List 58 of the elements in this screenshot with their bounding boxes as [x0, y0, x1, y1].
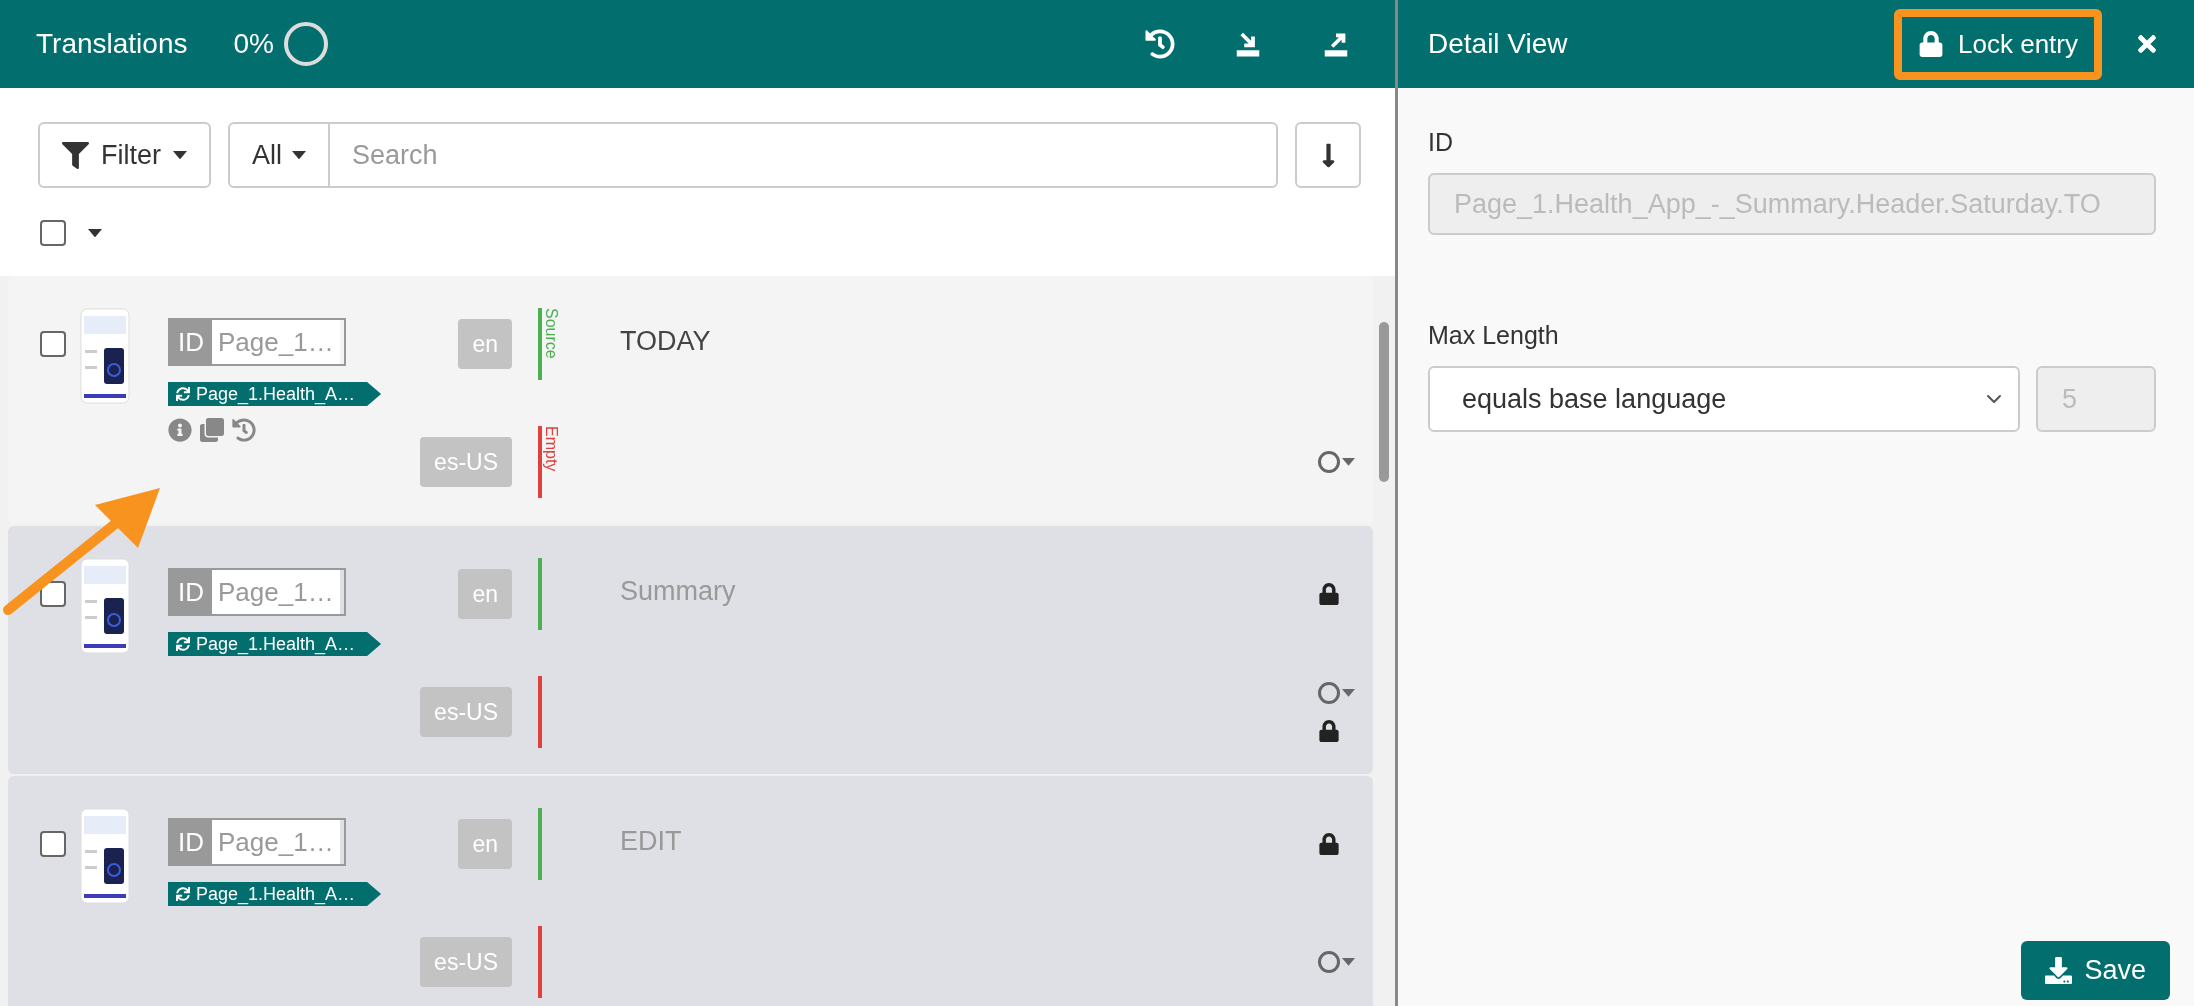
sync-icon: [176, 887, 190, 901]
max-length-label: Max Length: [1428, 321, 1560, 350]
caret-icon: [1342, 458, 1355, 466]
id-value: Page_1…: [212, 320, 340, 364]
language-badge: en: [458, 819, 512, 869]
language-badge: es-US: [420, 437, 512, 487]
entry-checkbox[interactable]: [40, 331, 66, 357]
sync-icon: [176, 637, 190, 651]
status-label: Empty: [544, 426, 560, 472]
select-all-checkbox[interactable]: [40, 220, 66, 246]
search-input[interactable]: Search: [330, 124, 1276, 186]
key-tag[interactable]: Page_1.Health_A…: [168, 882, 382, 906]
status-menu-button[interactable]: [1318, 682, 1355, 704]
save-button[interactable]: Save: [2021, 941, 2170, 1000]
status-menu-button[interactable]: [1318, 951, 1355, 973]
id-value: Page_1…: [212, 820, 340, 864]
id-label: ID: [170, 570, 212, 614]
panel-title: Translations: [36, 28, 188, 60]
entry-checkbox[interactable]: [40, 581, 66, 607]
history-icon[interactable]: [1145, 29, 1175, 59]
download-icon: [2045, 957, 2073, 984]
key-tag[interactable]: Page_1.Health_A…: [168, 382, 382, 406]
status-menu-button[interactable]: [1318, 451, 1355, 473]
filter-button[interactable]: Filter: [38, 122, 211, 188]
id-label: ID: [170, 320, 212, 364]
sync-icon: [176, 387, 190, 401]
progress-percent: 0%: [233, 28, 274, 60]
caret-icon: [173, 150, 187, 160]
filter-icon: [62, 141, 89, 169]
progress-ring: [283, 22, 328, 66]
max-length-select[interactable]: equals base language: [1428, 366, 2020, 432]
caret-icon: [292, 150, 306, 160]
info-icon[interactable]: [168, 418, 192, 442]
language-badge: en: [458, 569, 512, 619]
key-tag-text: Page_1.Health_A…: [196, 383, 356, 405]
translation-text[interactable]: TODAY: [620, 326, 711, 356]
entry-checkbox[interactable]: [40, 831, 66, 857]
key-tag[interactable]: Page_1.Health_A…: [168, 632, 382, 656]
scrollbar[interactable]: [1379, 322, 1389, 482]
key-tag-text: Page_1.Health_A…: [196, 633, 356, 655]
language-badge: es-US: [420, 687, 512, 737]
scope-dropdown[interactable]: All: [228, 122, 330, 188]
caret-icon: [1342, 689, 1355, 697]
history-icon[interactable]: [232, 418, 256, 442]
detail-title: Detail View: [1428, 28, 1568, 60]
sort-button[interactable]: [1295, 122, 1361, 188]
key-tag-text: Page_1.Health_A…: [196, 883, 356, 905]
id-value: Page_1…: [212, 570, 340, 614]
lock-icon: [1918, 31, 1945, 57]
caret-icon: [1342, 958, 1355, 966]
translation-entry[interactable]: ID Page_1… Page_1.Health_A… en EDIT es-US: [8, 776, 1373, 1006]
id-label: ID: [170, 820, 212, 864]
language-badge: en: [458, 319, 512, 369]
caret-icon: [88, 228, 102, 238]
id-label: ID: [1428, 128, 1454, 157]
language-badge: es-US: [420, 937, 512, 987]
status-label: Source: [544, 308, 560, 359]
copy-icon[interactable]: [200, 418, 224, 442]
